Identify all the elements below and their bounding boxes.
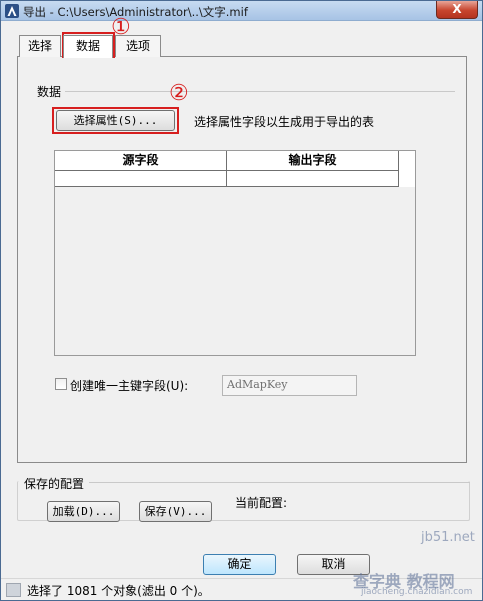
close-icon: X: [452, 2, 462, 16]
watermark-site: jb51.net: [421, 530, 475, 545]
close-button[interactable]: X: [436, 1, 478, 19]
autocad-app-icon: [5, 4, 19, 18]
column-header-source-field[interactable]: 源字段: [55, 151, 227, 171]
config-group-label: 保存的配置: [24, 477, 85, 491]
save-config-button[interactable]: 保存(V)...: [139, 501, 212, 522]
annotation-marker-1: ①: [111, 15, 131, 40]
ok-button[interactable]: 确定: [203, 554, 276, 575]
table-row-source-cell[interactable]: [55, 171, 227, 187]
title-bar[interactable]: 导出 - C:\Users\Administrator\..\文字.mif X: [1, 1, 482, 21]
status-text: 选择了 1081 个对象(滤出 0 个)。: [27, 584, 210, 598]
unique-key-field[interactable]: AdMapKey: [222, 375, 357, 396]
column-header-output-field[interactable]: 输出字段: [227, 151, 399, 171]
status-icon: [6, 583, 21, 597]
select-attributes-hint: 选择属性字段以生成用于导出的表: [194, 115, 375, 129]
export-dialog: 导出 - C:\Users\Administrator\..\文字.mif X …: [0, 0, 483, 601]
select-attributes-button[interactable]: 选择属性(S)...: [56, 110, 175, 131]
table-empty-area: [55, 187, 415, 355]
table-row-output-cell[interactable]: [227, 171, 399, 187]
unique-key-label: 创建唯一主键字段(U):: [70, 379, 189, 393]
window-title: 导出 - C:\Users\Administrator\..\文字.mif: [23, 5, 248, 19]
status-bar: 选择了 1081 个对象(滤出 0 个)。: [1, 578, 482, 600]
config-group-divider: [89, 482, 470, 483]
data-group-label: 数据: [37, 85, 62, 99]
unique-key-checkbox[interactable]: [55, 378, 67, 390]
load-config-button[interactable]: 加载(D)...: [47, 501, 120, 522]
cancel-button[interactable]: 取消: [297, 554, 370, 575]
tab-data[interactable]: 数据: [63, 35, 113, 58]
data-group-divider: [65, 91, 455, 92]
annotation-marker-2: ②: [169, 81, 189, 106]
current-config-label: 当前配置:: [235, 496, 288, 510]
field-mapping-table[interactable]: 源字段 输出字段: [54, 150, 416, 356]
tab-select[interactable]: 选择: [19, 35, 61, 57]
